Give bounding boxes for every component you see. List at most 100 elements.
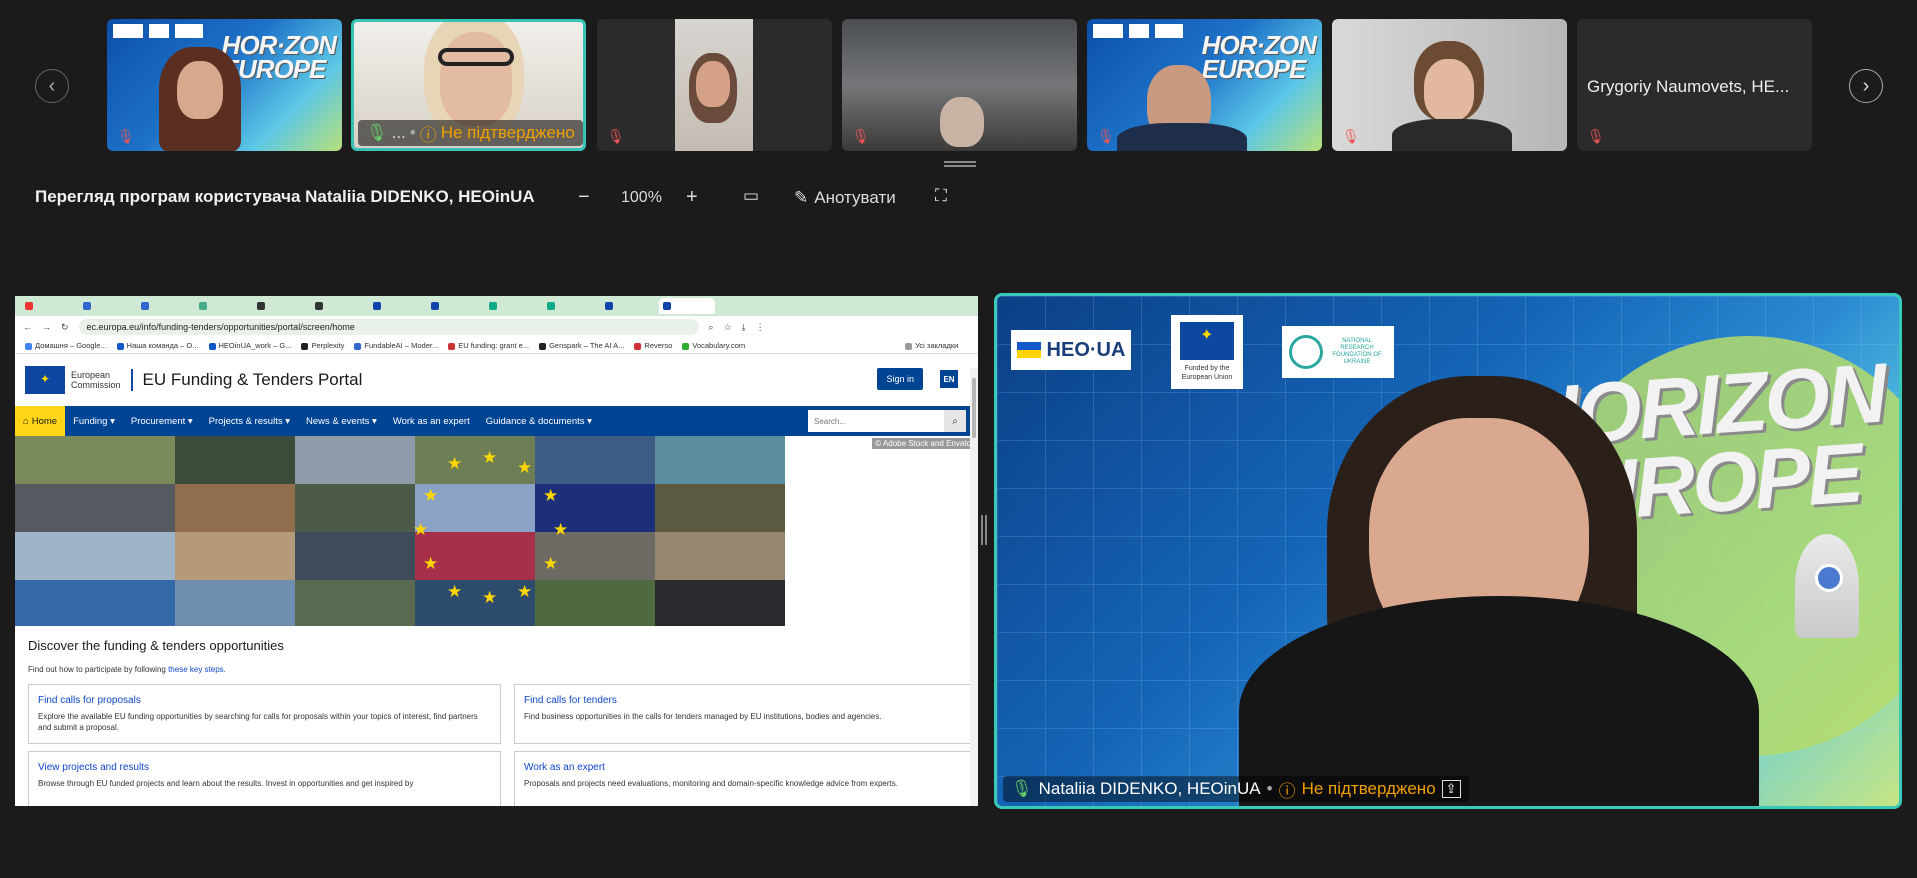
- bookmark-item[interactable]: Genspark – The AI A...: [539, 341, 624, 350]
- search-icon[interactable]: ⌕: [944, 410, 966, 432]
- resize-handle[interactable]: [944, 161, 976, 167]
- card-expert[interactable]: Work as an expert Proposals and projects…: [514, 751, 973, 806]
- card-calls-tenders[interactable]: Find calls for tenders Find business opp…: [514, 684, 973, 744]
- browser-tab[interactable]: [253, 298, 309, 314]
- browser-tab[interactable]: [601, 298, 657, 314]
- nav-news[interactable]: News & events ▾: [298, 406, 385, 436]
- mic-muted-icon: 🎙︎: [852, 128, 870, 144]
- bookmark-item[interactable]: FundableAI – Moder...: [354, 341, 438, 350]
- zoom-out-button[interactable]: −: [578, 186, 590, 209]
- download-icon[interactable]: ⤓: [742, 322, 746, 333]
- bookmark-item[interactable]: Vocabulary.com: [682, 341, 745, 350]
- eu-star-icon: ★: [482, 448, 498, 467]
- collage-photo: [15, 580, 175, 626]
- eu-star-icon: ★: [423, 486, 439, 505]
- face: [177, 61, 223, 119]
- browser-tab[interactable]: [195, 298, 251, 314]
- section-heading: Discover the funding & tenders opportuni…: [28, 638, 284, 653]
- browser-tab[interactable]: [79, 298, 135, 314]
- speaker-name: Nataliia DIDENKO, HEOinUA: [1038, 779, 1261, 798]
- participant-tile[interactable]: Grygoriy Naumovets, HE... 🎙︎: [1577, 19, 1812, 151]
- collage-photo: [175, 532, 295, 580]
- collage-photo: [295, 484, 415, 532]
- eu-star-icon: ★: [543, 554, 559, 573]
- bookmark-item[interactable]: Наша команда – О...: [116, 341, 199, 350]
- eu-star-icon: ★: [543, 486, 559, 505]
- tab-favicon: [489, 302, 497, 310]
- bookmark-item[interactable]: Reverso: [634, 341, 672, 350]
- nav-procurement[interactable]: Procurement ▾: [123, 406, 201, 436]
- participant-tile[interactable]: 🎙︎: [842, 19, 1077, 151]
- nav-funding[interactable]: Funding ▾: [65, 406, 123, 436]
- collage-photo: [295, 436, 415, 484]
- menu-icon[interactable]: ⋮: [756, 322, 765, 333]
- participant-tile[interactable]: 🎙︎: [1332, 19, 1567, 151]
- bookmark-item[interactable]: Perplexity: [301, 341, 344, 350]
- back-icon[interactable]: ←: [23, 322, 32, 332]
- collage-photo: [15, 436, 175, 484]
- bookmark-item[interactable]: Домашня – Google...: [25, 341, 107, 350]
- key-steps-link[interactable]: these key steps: [168, 665, 224, 674]
- chevron-right-icon[interactable]: ›: [1849, 69, 1883, 103]
- browser-tab[interactable]: [485, 298, 541, 314]
- portal-nav: ⌂ Home Funding ▾ Procurement ▾ Projects &…: [15, 406, 978, 436]
- warning-icon: ⓘ: [1278, 781, 1296, 801]
- sign-in-button[interactable]: Sign in: [877, 368, 923, 390]
- browser-tab[interactable]: [427, 298, 483, 314]
- annotate-button[interactable]: ✎ Анотувати: [794, 188, 896, 208]
- bookmark-item[interactable]: EU funding: grant e...: [448, 341, 529, 350]
- tab-favicon: [141, 302, 149, 310]
- card-calls-proposals[interactable]: Find calls for proposals Explore the ava…: [28, 684, 501, 744]
- mic-muted-icon: 🎙︎: [1587, 128, 1605, 144]
- card-projects-results[interactable]: View projects and results Browse through…: [28, 751, 501, 806]
- nav-projects[interactable]: Projects & results ▾: [201, 406, 298, 436]
- card-title[interactable]: Find calls for tenders: [524, 695, 963, 706]
- folder-icon: [905, 342, 913, 350]
- browser-tab-active[interactable]: [659, 298, 715, 314]
- chevron-left-icon[interactable]: ‹: [35, 69, 69, 103]
- participant-tile[interactable]: 🎙︎: [597, 19, 832, 151]
- language-button[interactable]: EN: [940, 370, 958, 388]
- participant-tile-active[interactable]: 🎙︎ ... • ⓘ Не підтверджено: [351, 19, 586, 151]
- scrollbar[interactable]: [970, 368, 978, 806]
- browser-tab[interactable]: [311, 298, 367, 314]
- nav-expert[interactable]: Work as an expert: [385, 406, 478, 436]
- screen-share-icon: ⇪: [1441, 780, 1461, 798]
- mic-icon: 🎙︎: [1011, 779, 1033, 798]
- participant-tile[interactable]: HOR·ZON EUROPE 🎙︎: [1087, 19, 1322, 151]
- warning-icon: ⓘ: [419, 125, 437, 145]
- forward-icon[interactable]: →: [42, 322, 51, 332]
- zoom-in-button[interactable]: +: [686, 186, 698, 209]
- tile-label: Grygoriy Naumovets, HE...: [1587, 77, 1790, 96]
- divider: [130, 369, 133, 391]
- eu-flag-icon: [25, 366, 65, 394]
- card-title[interactable]: Find calls for proposals: [38, 695, 491, 706]
- shared-screen: ← → ↻ ec.europa.eu/info/funding-tenders/…: [15, 296, 978, 806]
- pen-icon: ✎: [794, 188, 809, 207]
- fullscreen-icon[interactable]: ⛶: [935, 186, 947, 206]
- share-title: Перегляд програм користувача Nataliia DI…: [35, 187, 535, 206]
- zoom-icon[interactable]: ⌕: [709, 322, 714, 333]
- bookmark-icon: [116, 342, 124, 350]
- browser-tab[interactable]: [543, 298, 599, 314]
- collage-photo: [175, 580, 295, 626]
- ec-logo[interactable]: EuropeanCommission: [25, 366, 121, 394]
- reload-icon[interactable]: ↻: [61, 322, 69, 333]
- tab-favicon: [373, 302, 381, 310]
- browser-tab[interactable]: [369, 298, 425, 314]
- participant-tile[interactable]: HOR·ZON EUROPE 🎙︎: [107, 19, 342, 151]
- card-title[interactable]: Work as an expert: [524, 762, 963, 773]
- search-input[interactable]: Search... ⌕: [808, 410, 966, 432]
- speaker-tile[interactable]: HORIZONEUROPE HEO·UA Funded by the Europ…: [994, 293, 1902, 809]
- browser-tab[interactable]: [21, 298, 77, 314]
- nav-guidance[interactable]: Guidance & documents ▾: [478, 406, 600, 436]
- split-handle[interactable]: [981, 515, 987, 545]
- browser-tab[interactable]: [137, 298, 193, 314]
- url-field[interactable]: ec.europa.eu/info/funding-tenders/opport…: [78, 319, 699, 335]
- star-icon[interactable]: ☆: [724, 322, 732, 333]
- bookmark-item[interactable]: Усі закладки: [905, 341, 958, 350]
- bookmark-item[interactable]: HEOinUA_work – G...: [208, 341, 291, 350]
- monitor-icon[interactable]: ▭: [743, 186, 759, 206]
- card-title[interactable]: View projects and results: [38, 762, 491, 773]
- nav-home[interactable]: ⌂ Home: [15, 406, 66, 436]
